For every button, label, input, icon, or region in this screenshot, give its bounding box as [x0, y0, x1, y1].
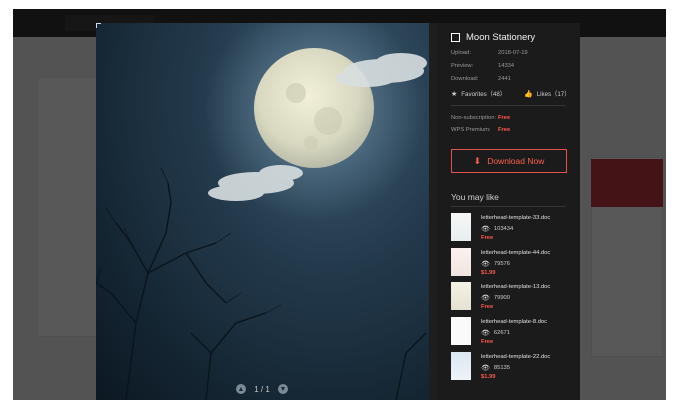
views-row: 👁 103434: [481, 225, 513, 233]
non-subscription-row: Non-subscription: Free: [451, 115, 510, 121]
template-name[interactable]: letterhead-template-13.doc: [481, 284, 550, 290]
details-panel: Moon Stationery Upload: 2018-07-19 Previ…: [437, 23, 580, 400]
premium-row: WPS Premium: Free: [451, 127, 510, 133]
eye-icon: 👁: [481, 226, 490, 233]
likes-button[interactable]: 👍 Likes（17）: [523, 89, 571, 99]
list-item[interactable]: letterhead-template-22.doc 👁 85135 $1.99: [451, 351, 576, 387]
download-row: Download: 2441: [451, 76, 511, 82]
price-label: Free: [481, 235, 494, 241]
eye-icon: 👁: [481, 364, 490, 372]
download-label: Download:: [451, 76, 479, 82]
preview-label: Preview:: [451, 63, 474, 69]
upload-value: 2018-07-19: [498, 50, 528, 56]
template-title: Moon Stationery: [466, 32, 536, 43]
template-preview-modal: ▲ 1 / 1 ▼ Moon Stationery Upload: 2018-0…: [96, 23, 580, 400]
price-label: $1.99: [481, 373, 496, 380]
you-may-like-title: You may like: [451, 192, 499, 202]
favorites-button[interactable]: ★ Favorites（48）: [451, 89, 506, 99]
upload-row: Upload: 2018-07-19: [451, 50, 528, 56]
template-name[interactable]: letterhead-template-8.doc: [481, 319, 547, 325]
upload-label: Upload:: [451, 50, 471, 56]
download-value: 2441: [498, 76, 511, 82]
preview-corner: [96, 23, 101, 28]
thumb-up-icon: 👍: [523, 90, 533, 98]
price-label: Free: [481, 304, 494, 311]
views-count: 62671: [493, 330, 511, 337]
eye-icon: 👁: [481, 260, 490, 268]
pager: ▲ 1 / 1 ▼: [236, 382, 288, 396]
divider: [451, 105, 566, 106]
download-icon: ⬇: [473, 155, 482, 166]
list-item[interactable]: letterhead-template-8.doc 👁 62671 Free: [451, 317, 576, 352]
download-now-label: Download Now: [487, 156, 545, 166]
template-name[interactable]: letterhead-template-22.doc: [481, 354, 550, 360]
arrow-up-icon[interactable]: ▲: [236, 384, 246, 394]
tree-branches-shape: [96, 182, 427, 400]
views-count: 103434: [493, 226, 514, 232]
preview-value: 14334: [498, 63, 515, 69]
template-name[interactable]: letterhead-template-44.doc: [481, 250, 550, 256]
list-item[interactable]: letterhead-template-33.doc 👁 103434 Free: [451, 213, 576, 248]
views-row: 👁 62671: [481, 329, 510, 337]
views-row: 👁 79576: [481, 260, 510, 268]
arrow-down-icon[interactable]: ▼: [277, 384, 288, 394]
you-may-like-list: letterhead-template-33.doc 👁 103434 Free…: [451, 213, 576, 386]
views-count: 85135: [493, 364, 511, 371]
template-thumbnail[interactable]: [451, 213, 471, 241]
views-count: 79576: [493, 260, 511, 267]
download-now-button[interactable]: ⬇ Download Now: [451, 149, 567, 173]
template-thumbnail[interactable]: [451, 351, 471, 380]
template-thumbnail[interactable]: [451, 282, 471, 311]
likes-label: Likes（17）: [536, 91, 571, 98]
logo-icon: [451, 33, 460, 42]
views-row: 👁 85135: [481, 364, 510, 372]
template-thumbnail[interactable]: [451, 317, 471, 346]
stats-row: ★ Favorites（48） 👍 Likes（17）: [451, 89, 571, 99]
price-label: Free: [481, 339, 494, 346]
title-row: Moon Stationery: [451, 32, 535, 43]
template-thumbnail[interactable]: [451, 247, 471, 276]
premium-label: WPS Premium:: [451, 127, 491, 133]
non-subscription-label: Non-subscription:: [451, 115, 497, 121]
eye-icon: 👁: [481, 330, 490, 338]
eye-icon: 👁: [481, 295, 490, 303]
moon-night-illustration: [96, 23, 427, 400]
preview-image: ▲ 1 / 1 ▼: [96, 23, 429, 400]
views-row: 👁 79900: [481, 294, 510, 302]
divider: [451, 206, 566, 207]
list-item[interactable]: letterhead-template-13.doc 👁 79900 Free: [451, 282, 576, 317]
price-label: $1.99: [481, 269, 496, 276]
views-count: 79900: [493, 295, 511, 302]
star-icon: ★: [451, 90, 458, 98]
premium-value: Free: [498, 127, 511, 133]
preview-row: Preview: 14334: [451, 63, 514, 69]
non-subscription-value: Free: [498, 115, 511, 121]
list-item[interactable]: letterhead-template-44.doc 👁 79576 $1.99: [451, 247, 576, 283]
page-indicator: 1 / 1: [254, 384, 270, 394]
favorites-label: Favorites（48）: [461, 91, 506, 98]
template-name[interactable]: letterhead-template-33.doc: [481, 215, 550, 221]
